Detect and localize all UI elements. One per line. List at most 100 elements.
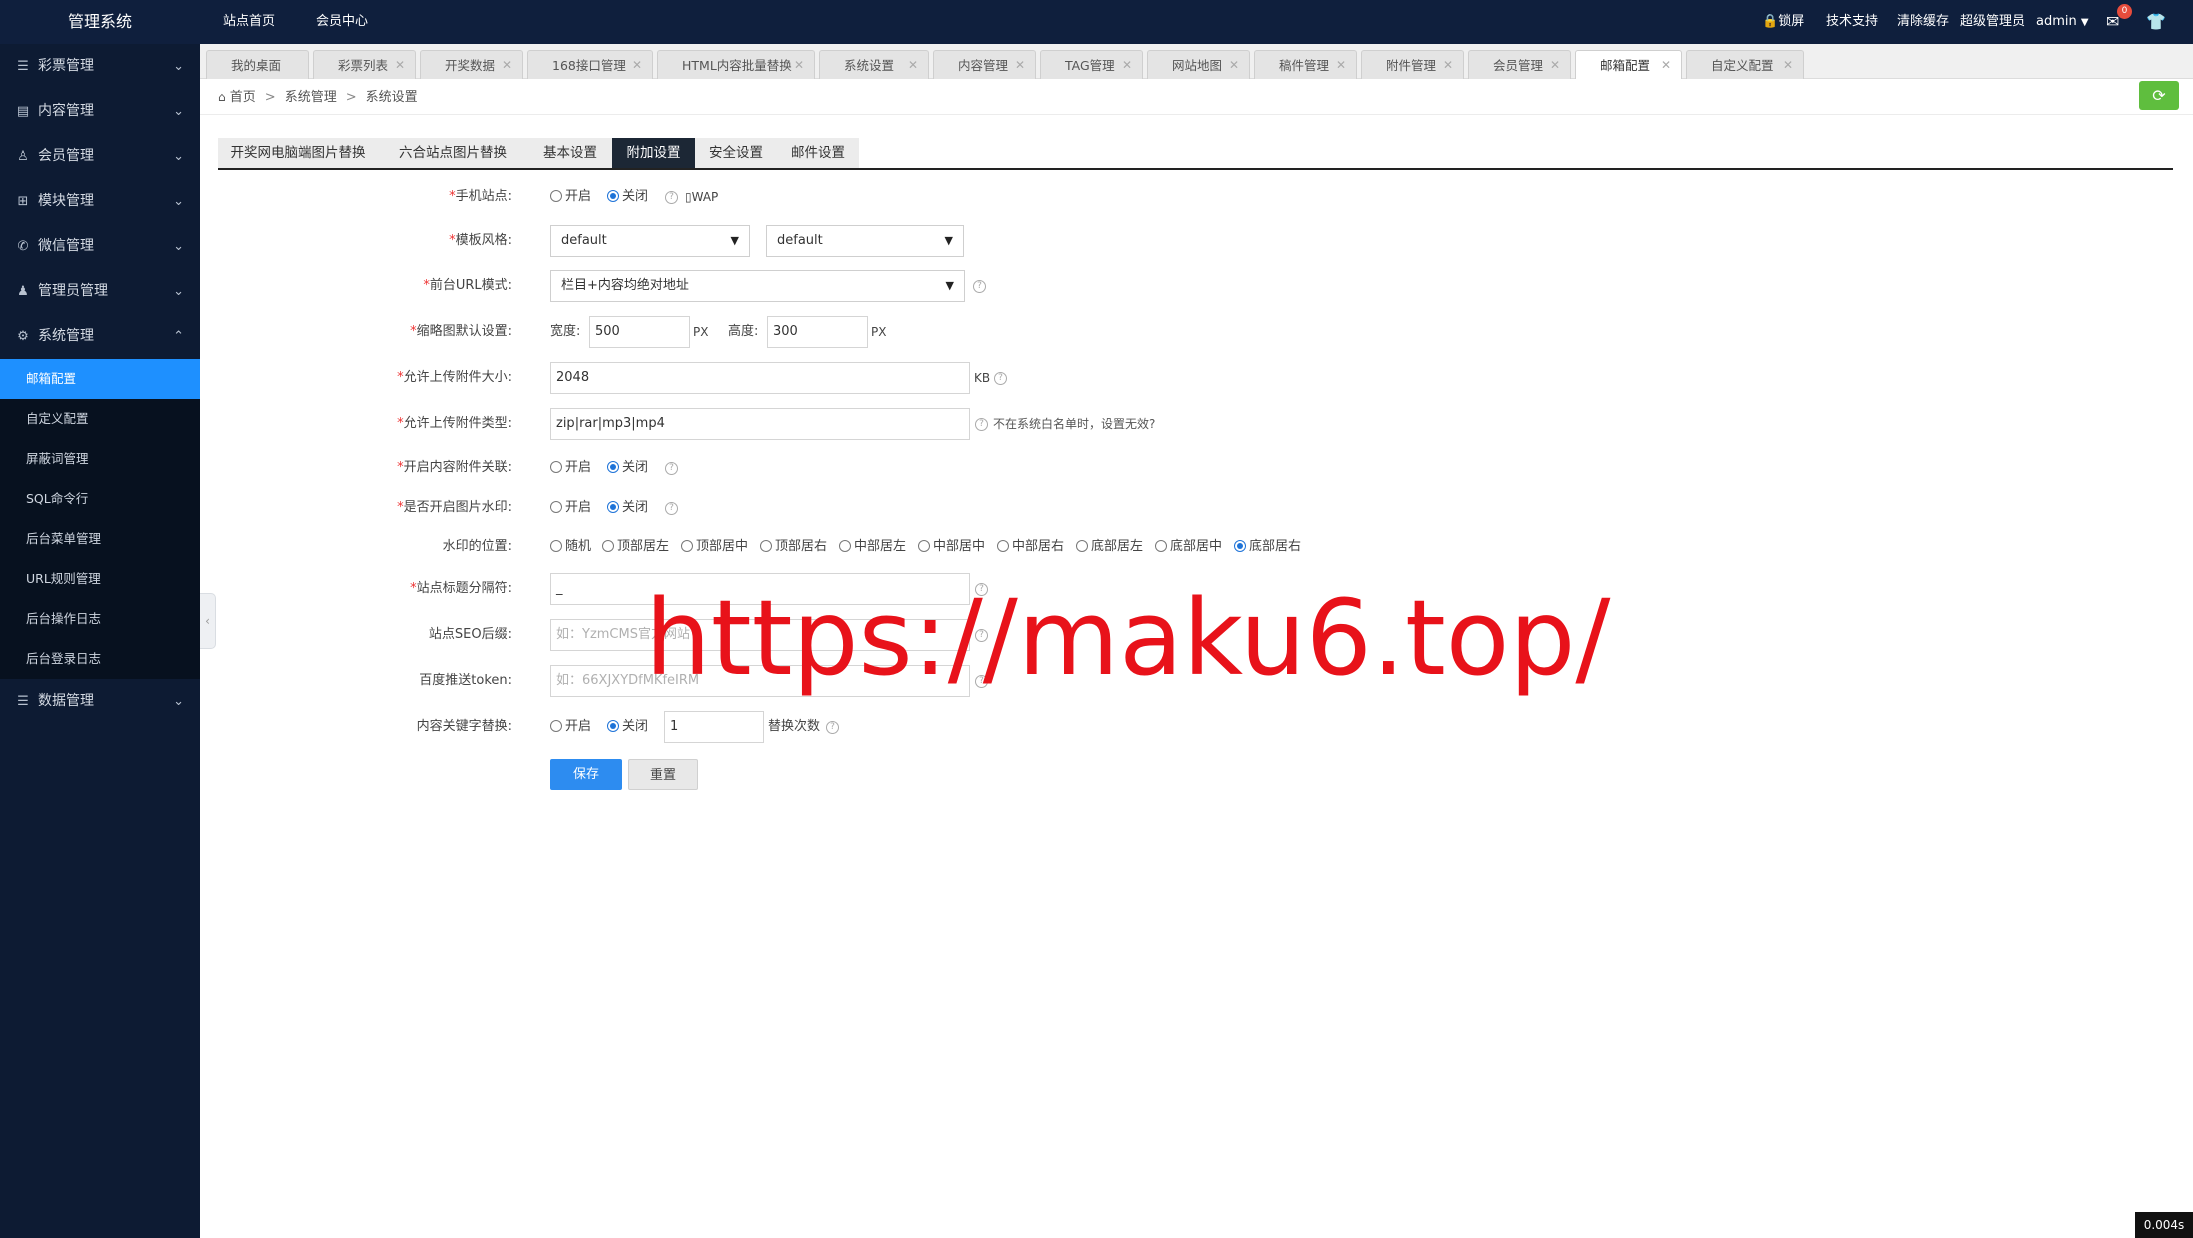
wm-pos-bottom-right-radio[interactable]: 底部居右 (1234, 531, 1301, 563)
subtab-security-settings[interactable]: 安全设置 (695, 138, 777, 168)
url-mode-select[interactable]: 栏目+内容均绝对地址 ▼ (550, 270, 965, 302)
save-button[interactable]: 保存 (550, 759, 622, 790)
wm-pos-middle-center-radio[interactable]: 中部居中 (918, 531, 985, 563)
tab-lottery-list[interactable]: 彩票列表 ✕ (313, 50, 416, 79)
wap-link[interactable]: ▯WAP (685, 181, 718, 213)
close-icon[interactable]: ✕ (1229, 51, 1239, 80)
help-icon[interactable]: ? (665, 191, 678, 204)
wm-pos-middle-left-radio[interactable]: 中部居左 (839, 531, 906, 563)
upload-type-input[interactable]: zip|rar|mp3|mp4 (550, 408, 970, 440)
mobile-site-off-radio[interactable]: 关闭 (607, 181, 648, 213)
attachment-link-on-radio[interactable]: 开启 (550, 452, 591, 484)
watermark-url-overlay: https://maku6.top/ (645, 577, 1611, 699)
tab-manuscripts[interactable]: 稿件管理 ✕ (1254, 50, 1357, 79)
row-watermark: *是否开启图片水印: 开启 关闭 ? (0, 492, 2193, 524)
close-icon[interactable]: ✕ (1015, 51, 1025, 80)
topnav-site-home[interactable]: 站点首页 (223, 0, 275, 44)
breadcrumb-system-settings: 系统设置 (365, 90, 418, 105)
wm-pos-top-center-radio[interactable]: 顶部居中 (681, 531, 748, 563)
theme-shirt-icon[interactable]: 👕 (2146, 0, 2166, 44)
sidebar-group-members[interactable]: ♙ 会员管理 ⌄ (0, 134, 200, 179)
close-icon[interactable]: ✕ (1336, 51, 1346, 80)
close-icon[interactable]: ✕ (502, 51, 512, 80)
chevron-down-icon: ▼ (730, 234, 739, 247)
close-icon[interactable]: ✕ (1122, 51, 1132, 80)
tab-sitemap[interactable]: 网站地图 ✕ (1147, 50, 1250, 79)
help-icon[interactable]: ? (973, 280, 986, 293)
close-icon[interactable]: ✕ (632, 51, 642, 80)
tab-system-settings[interactable]: 系统设置 ✕ (819, 50, 929, 79)
help-icon[interactable]: ? (665, 462, 678, 475)
thumb-height-unit: PX (871, 325, 887, 339)
tab-my-desktop[interactable]: 我的桌面 (206, 50, 309, 79)
tab-members[interactable]: 会员管理 ✕ (1468, 50, 1571, 79)
help-icon[interactable]: ? (665, 502, 678, 515)
attachment-link-off-radio[interactable]: 关闭 (607, 452, 648, 484)
tab-draw-data[interactable]: 开奖数据 ✕ (420, 50, 523, 79)
tab-custom-config[interactable]: 自定义配置 ✕ (1686, 50, 1804, 79)
tab-html-batch-replace[interactable]: HTML内容批量替换 ✕ (657, 50, 815, 79)
wm-pos-top-left-radio[interactable]: 顶部居左 (602, 531, 669, 563)
wm-pos-top-right-radio[interactable]: 顶部居右 (760, 531, 827, 563)
breadcrumb: ⌂ 首页 > 系统管理 > 系统设置 (200, 79, 2193, 115)
template-select-1[interactable]: default ▼ (550, 225, 750, 257)
home-icon: ⌂ (218, 90, 226, 104)
baidu-token-label: 百度推送token: (419, 673, 512, 688)
subtab-basic-settings[interactable]: 基本设置 (528, 138, 612, 168)
replace-count-input[interactable]: 1 (664, 711, 764, 743)
tab-email-config[interactable]: 邮箱配置 ✕ (1575, 50, 1682, 79)
title-separator-label: *站点标题分隔符: (410, 581, 512, 596)
sidebar-group-lottery[interactable]: ☰ 彩票管理 ⌄ (0, 44, 200, 89)
close-icon[interactable]: ✕ (1550, 51, 1560, 80)
row-mobile-site: *手机站点: 开启 关闭 ? ▯WAP (0, 181, 2193, 213)
user-menu[interactable]: admin ▼ (2036, 0, 2089, 44)
template-select-2[interactable]: default ▼ (766, 225, 964, 257)
subtab-pc-image-replace[interactable]: 开奖网电脑端图片替换 (218, 138, 378, 168)
wm-pos-middle-right-radio[interactable]: 中部居右 (997, 531, 1064, 563)
breadcrumb-system-manage[interactable]: 系统管理 (285, 90, 337, 105)
keyword-replace-off-radio[interactable]: 关闭 (607, 711, 648, 743)
watermark-on-radio[interactable]: 开启 (550, 492, 591, 524)
watermark-off-radio[interactable]: 关闭 (607, 492, 648, 524)
mobile-site-on-radio[interactable]: 开启 (550, 181, 591, 213)
chevron-down-icon: ▼ (944, 234, 953, 247)
sidebar-group-content[interactable]: ▤ 内容管理 ⌄ (0, 89, 200, 134)
row-thumbnail: *缩略图默认设置: 宽度: 500 PX 高度: 300 PX (0, 316, 2193, 348)
close-icon[interactable]: ✕ (395, 51, 405, 80)
refresh-button[interactable]: ⟳ (2139, 81, 2179, 110)
upload-type-label: *允许上传附件类型: (397, 416, 512, 431)
mobile-site-label: *手机站点: (449, 189, 512, 204)
help-icon[interactable]: ? (975, 418, 988, 431)
close-icon[interactable]: ✕ (794, 51, 804, 80)
breadcrumb-home[interactable]: 首页 (230, 90, 256, 105)
close-icon[interactable]: ✕ (1443, 51, 1453, 80)
tab-tag-manage[interactable]: TAG管理 ✕ (1040, 50, 1143, 79)
wm-pos-random-radio[interactable]: 随机 (550, 531, 591, 563)
keyword-replace-on-radio[interactable]: 开启 (550, 711, 591, 743)
wm-pos-bottom-center-radio[interactable]: 底部居中 (1155, 531, 1222, 563)
tab-168-api[interactable]: 168接口管理 ✕ (527, 50, 653, 79)
clear-cache-button[interactable]: 清除缓存 (1897, 0, 1949, 44)
row-template: *模板风格: default ▼ default ▼ (0, 225, 2193, 257)
topnav-member-center[interactable]: 会员中心 (316, 0, 368, 44)
help-icon[interactable]: ? (994, 372, 1007, 385)
help-icon[interactable]: ? (826, 721, 839, 734)
reset-button[interactable]: 重置 (628, 759, 698, 790)
close-icon[interactable]: ✕ (1783, 51, 1793, 80)
mobile-icon: ▯ (685, 190, 692, 204)
upload-size-input[interactable]: 2048 (550, 362, 970, 394)
tab-content-manage[interactable]: 内容管理 ✕ (933, 50, 1036, 79)
tab-attachments[interactable]: 附件管理 ✕ (1361, 50, 1464, 79)
subtab-liuhe-image-replace[interactable]: 六合站点图片替换 (378, 138, 528, 168)
subtab-mail-settings[interactable]: 邮件设置 (777, 138, 859, 168)
close-icon[interactable]: ✕ (908, 51, 918, 80)
lock-screen-button[interactable]: 🔒锁屏 (1762, 0, 1804, 44)
tech-support-link[interactable]: 技术支持 (1826, 0, 1878, 44)
wm-pos-bottom-left-radio[interactable]: 底部居左 (1076, 531, 1143, 563)
thumb-width-input[interactable]: 500 (589, 316, 690, 348)
chevron-down-icon: ▼ (2080, 17, 2089, 28)
close-icon[interactable]: ✕ (1661, 51, 1671, 80)
role-label: 超级管理员 (1960, 14, 2026, 29)
thumb-height-input[interactable]: 300 (767, 316, 868, 348)
subtab-extra-settings[interactable]: 附加设置 (612, 138, 695, 168)
